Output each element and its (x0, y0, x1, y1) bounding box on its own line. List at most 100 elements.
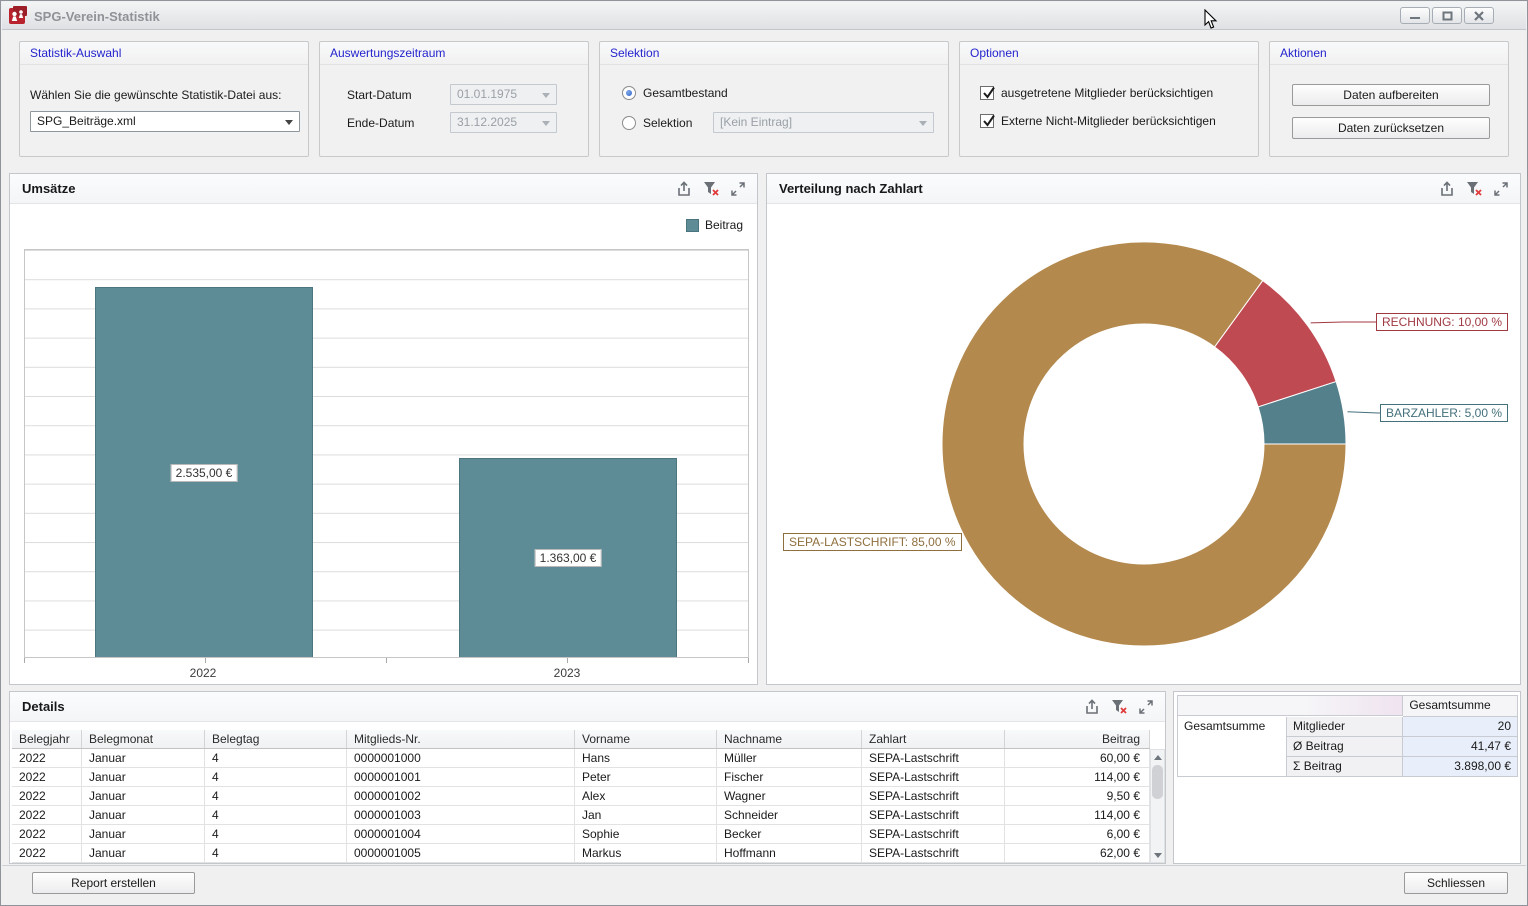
summary-metric-value: 20 (1403, 717, 1518, 737)
ende-datum-field[interactable]: 31.12.2025 (450, 112, 557, 133)
x-axis-label-2023: 2023 (527, 666, 607, 680)
statistik-file-value: SPG_Beiträge.xml (37, 114, 136, 128)
callout-barzahler: BARZAHLER: 5,00 % (1380, 404, 1508, 422)
column-header-belegmonat[interactable]: Belegmonat (82, 730, 205, 748)
summary-metric-value: 3.898,00 € (1403, 757, 1518, 777)
table-cell: SEPA-Lastschrift (862, 768, 1005, 786)
column-header-belegtag[interactable]: Belegtag (205, 730, 347, 748)
table-cell: 6,00 € (1005, 825, 1150, 843)
summary-metric-row: Mitglieder20 (1287, 717, 1518, 737)
table-cell: 0000001004 (347, 825, 575, 843)
radio-gesamtbestand[interactable]: Gesamtbestand (622, 86, 728, 100)
table-row[interactable]: 2022Januar40000001003JanSchneiderSEPA-La… (12, 806, 1150, 825)
column-header-belegjahr[interactable]: Belegjahr (12, 730, 82, 748)
summary-column-header: Gesamtsumme (1403, 696, 1518, 717)
panel-header: Umsätze (10, 174, 757, 204)
table-cell: 4 (205, 768, 347, 786)
radio-button-icon (622, 86, 636, 100)
filter-clear-icon[interactable] (702, 180, 720, 198)
table-cell: Peter (575, 768, 717, 786)
close-button[interactable] (1464, 7, 1494, 24)
table-row[interactable]: 2022Januar40000001000HansMüllerSEPA-Last… (12, 749, 1150, 768)
panel-details: Details BelegjahrBelegmonatBelegtagMitgl… (9, 691, 1166, 864)
table-row[interactable]: 2022Januar40000001002AlexWagnerSEPA-Last… (12, 787, 1150, 806)
expand-icon[interactable] (1137, 698, 1155, 716)
chevron-down-icon (542, 93, 550, 98)
panel-header: Details (10, 692, 1165, 722)
daten-zuruecksetzen-button[interactable]: Daten zurücksetzen (1292, 117, 1490, 139)
panel-gesamtsumme: Gesamtsumme Gesamtsumme Mitglieder20Ø Be… (1173, 691, 1521, 864)
chevron-down-icon (542, 121, 550, 126)
column-header-mitglieds-nr-[interactable]: Mitglieds-Nr. (347, 730, 575, 748)
filter-clear-icon[interactable] (1110, 698, 1128, 716)
table-row[interactable]: 2022Januar40000001004SophieBeckerSEPA-La… (12, 825, 1150, 844)
application-window: SPG-Verein-Statistik Statistik-Auswahl W… (0, 0, 1528, 906)
export-icon[interactable] (1438, 180, 1456, 198)
scroll-down-icon[interactable] (1151, 848, 1164, 862)
radio-selektion[interactable]: Selektion (622, 116, 692, 130)
table-row[interactable]: 2022Januar40000001005MarkusHoffmannSEPA-… (12, 844, 1150, 863)
vertical-scrollbar[interactable] (1150, 749, 1165, 863)
table-cell: 9,50 € (1005, 787, 1150, 805)
schliessen-button[interactable]: Schliessen (1404, 872, 1508, 894)
table-row[interactable]: 2022Januar40000001001PeterFischerSEPA-La… (12, 768, 1150, 787)
callout-rechnung: RECHNUNG: 10,00 % (1376, 313, 1508, 331)
report-erstellen-button[interactable]: Report erstellen (32, 872, 195, 894)
panel-verteilung: Verteilung nach Zahlart RECHNUNG: 10,00 … (766, 173, 1521, 685)
summary-metric-row: Σ Beitrag3.898,00 € (1287, 757, 1518, 777)
checkbox-externe-label: Externe Nicht-Mitglieder berücksichtigen (1001, 114, 1216, 128)
table-cell: 4 (205, 844, 347, 862)
table-cell: 2022 (12, 806, 82, 824)
table-cell: Januar (82, 768, 205, 786)
scroll-up-icon[interactable] (1151, 750, 1164, 764)
groupbox-title: Optionen (960, 42, 1258, 65)
groupbox-title: Aktionen (1270, 42, 1508, 65)
summary-metric-label: Ø Beitrag (1287, 737, 1403, 757)
table-cell: 60,00 € (1005, 749, 1150, 767)
checkbox-ausgetretene[interactable]: ausgetretene Mitglieder berücksichtigen (980, 86, 1213, 100)
bar-value-label-2022: 2.535,00 € (171, 464, 238, 482)
export-icon[interactable] (1083, 698, 1101, 716)
table-cell: Becker (717, 825, 862, 843)
expand-icon[interactable] (729, 180, 747, 198)
summary-table: Gesamtsumme Gesamtsumme Mitglieder20Ø Be… (1177, 695, 1518, 777)
column-header-beitrag[interactable]: Beitrag (1005, 730, 1150, 748)
table-cell: Wagner (717, 787, 862, 805)
radio-button-icon (622, 116, 636, 130)
expand-icon[interactable] (1492, 180, 1510, 198)
groupbox-aktionen: Aktionen Daten aufbereiten Daten zurücks… (1269, 41, 1509, 157)
checkbox-checked-icon (980, 86, 994, 100)
table-cell: 62,00 € (1005, 844, 1150, 862)
table-cell: 114,00 € (1005, 806, 1150, 824)
summary-metrics: Mitglieder20Ø Beitrag41,47 €Σ Beitrag3.8… (1287, 717, 1518, 777)
summary-metric-label: Σ Beitrag (1287, 757, 1403, 777)
selektion-combobox[interactable]: [Kein Eintrag] (713, 112, 934, 133)
table-cell: Alex (575, 787, 717, 805)
checkbox-externe[interactable]: Externe Nicht-Mitglieder berücksichtigen (980, 114, 1216, 128)
column-header-vorname[interactable]: Vorname (575, 730, 717, 748)
table-cell: SEPA-Lastschrift (862, 844, 1005, 862)
table-cell: 4 (205, 749, 347, 767)
maximize-button[interactable] (1432, 7, 1462, 24)
table-cell: 0000001005 (347, 844, 575, 862)
export-icon[interactable] (675, 180, 693, 198)
scrollbar-thumb[interactable] (1152, 765, 1163, 799)
filter-clear-icon[interactable] (1465, 180, 1483, 198)
column-header-zahlart[interactable]: Zahlart (862, 730, 1005, 748)
column-header-nachname[interactable]: Nachname (717, 730, 862, 748)
statistik-file-combobox[interactable]: SPG_Beiträge.xml (30, 111, 300, 132)
table-cell: Januar (82, 749, 205, 767)
daten-aufbereiten-button[interactable]: Daten aufbereiten (1292, 84, 1490, 106)
table-cell: SEPA-Lastschrift (862, 787, 1005, 805)
panel-header: Verteilung nach Zahlart (767, 174, 1520, 204)
chart-legend: Beitrag (686, 218, 743, 232)
chevron-down-icon (285, 120, 293, 125)
title-bar[interactable]: SPG-Verein-Statistik (2, 2, 1526, 30)
start-datum-field[interactable]: 01.01.1975 (450, 84, 557, 105)
minimize-button[interactable] (1400, 7, 1430, 24)
table-header-row[interactable]: BelegjahrBelegmonatBelegtagMitglieds-Nr.… (12, 730, 1150, 749)
callout-sepa-lastschrift: SEPA-LASTSCHRIFT: 85,00 % (783, 533, 962, 551)
table-cell: 0000001000 (347, 749, 575, 767)
footer-bar: Report erstellen Schliessen (2, 865, 1526, 904)
table-cell: 2022 (12, 844, 82, 862)
